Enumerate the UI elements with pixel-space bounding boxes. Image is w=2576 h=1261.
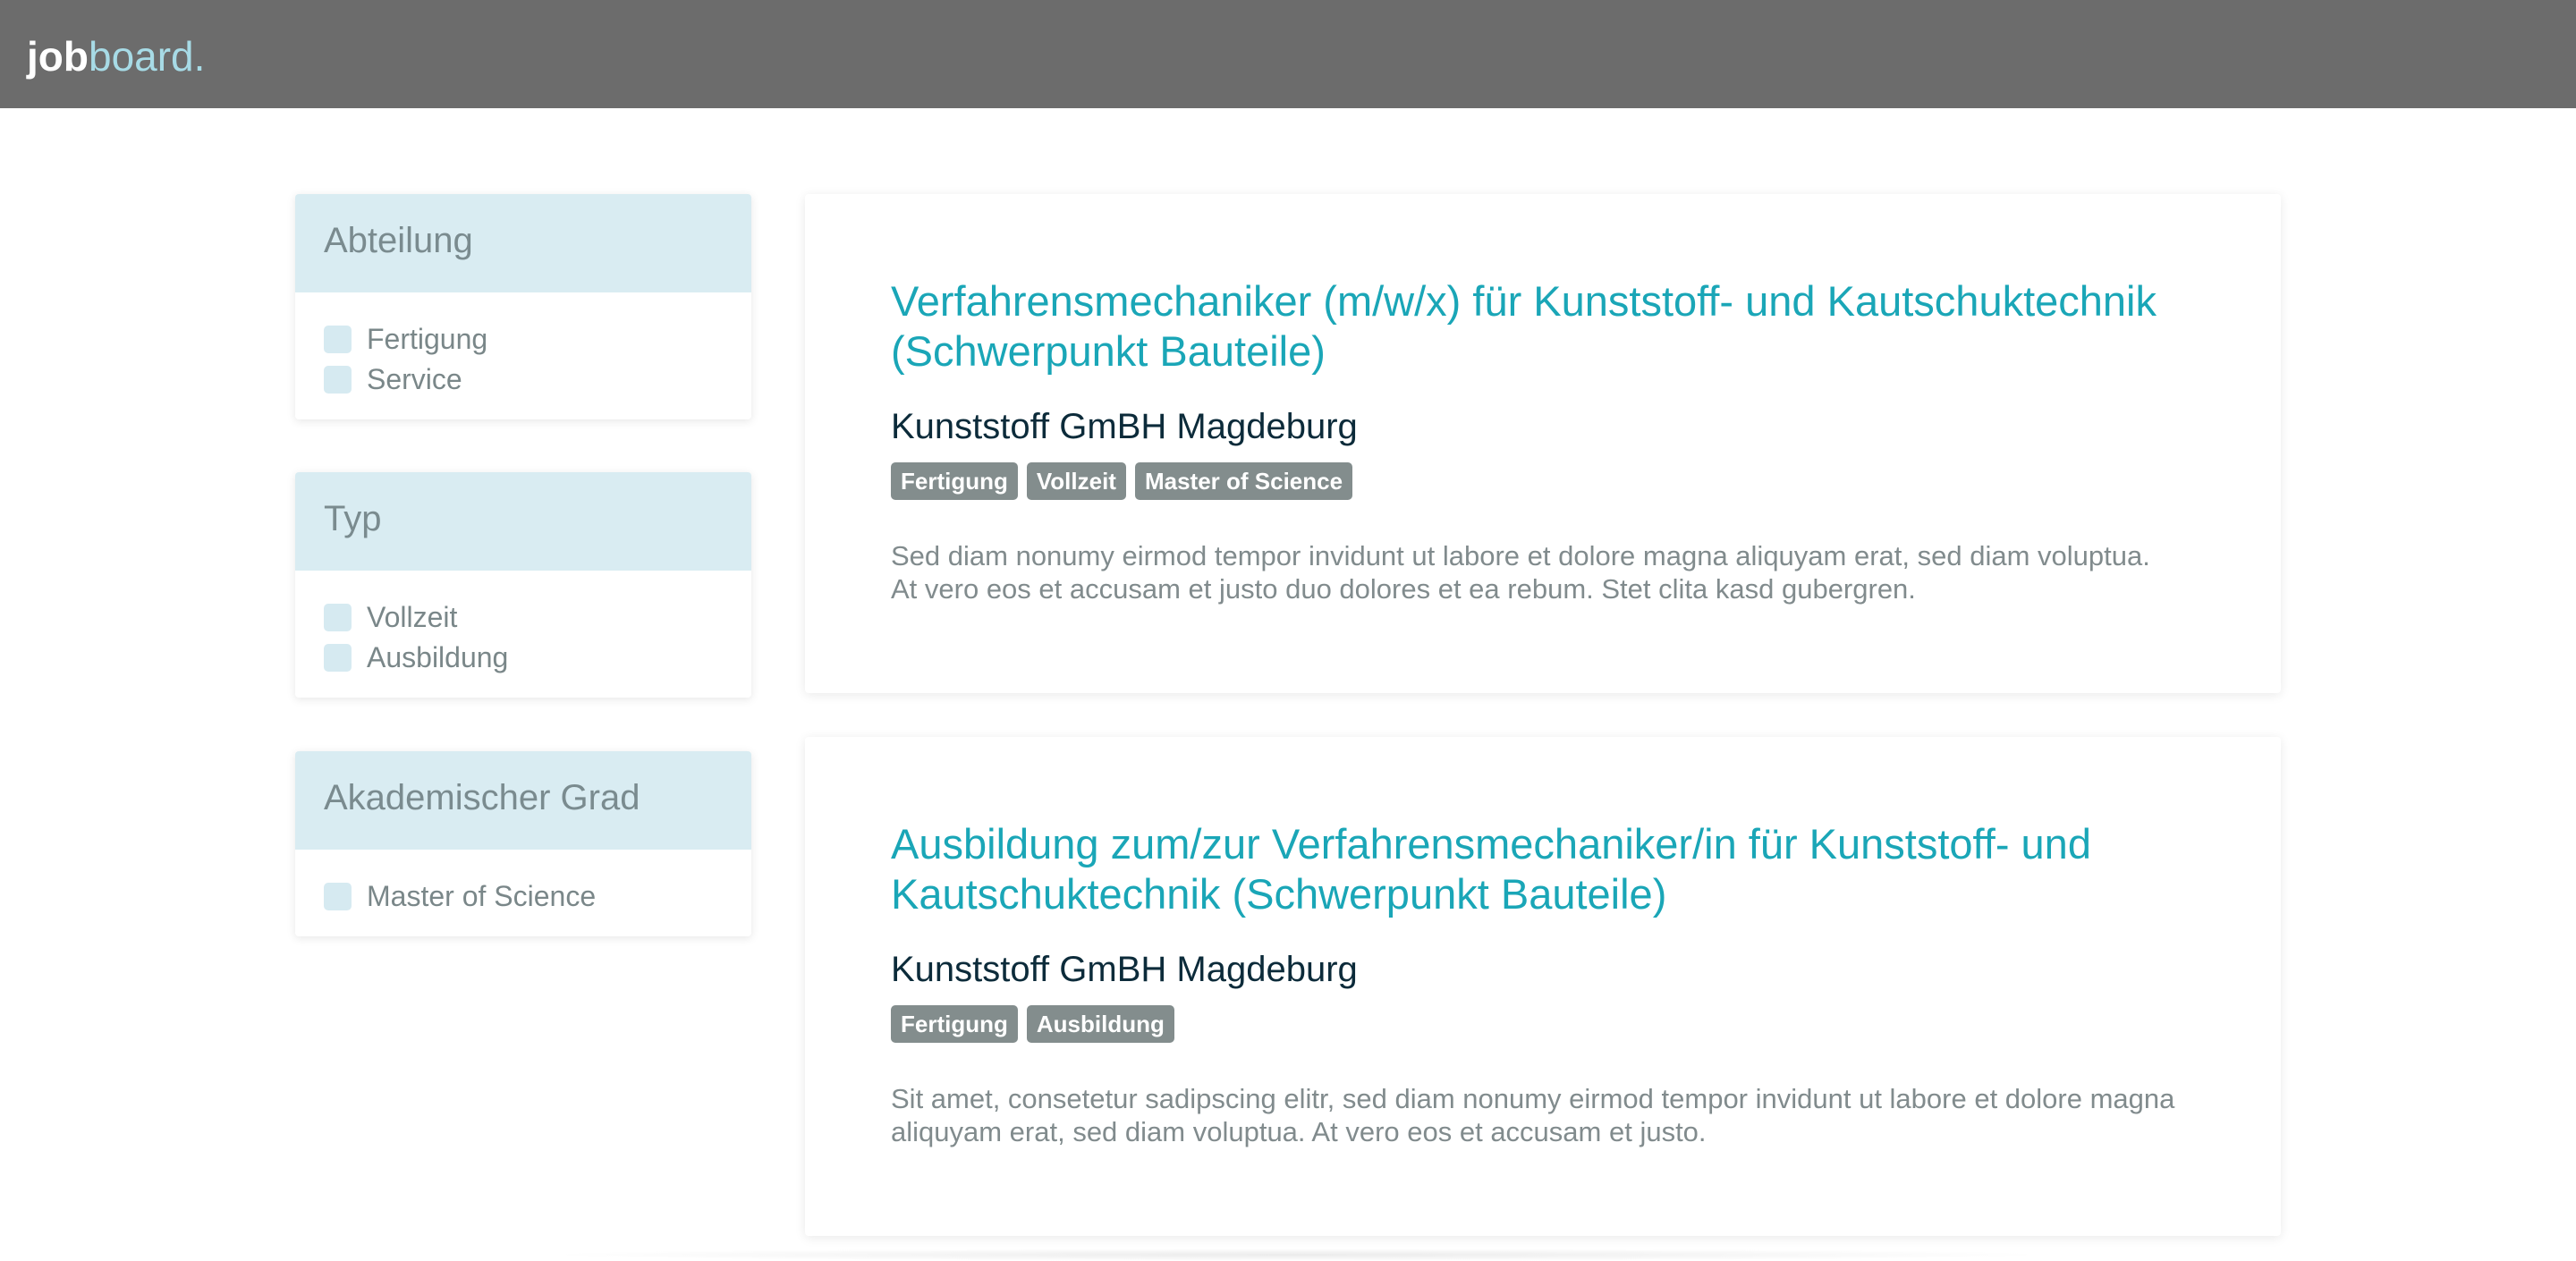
filter-panel-akademischer-grad: Akademischer Grad Master of Science [295, 751, 751, 936]
company-line: Kunststoff GmBH Magdeburg [891, 405, 2195, 448]
filter-option-vollzeit[interactable]: Vollzeit [324, 597, 723, 638]
job-title-link[interactable]: Verfahrensmechaniker (m/w/x) für Kunstst… [891, 276, 2195, 377]
job-title-link[interactable]: Ausbildung zum/zur Verfahrensmechaniker/… [891, 819, 2195, 919]
company-line: Kunststoff GmBH Magdeburg [891, 948, 2195, 991]
job-card: Ausbildung zum/zur Verfahrensmechaniker/… [805, 737, 2281, 1236]
filter-option-label: Vollzeit [367, 601, 458, 633]
tag-badge: Ausbildung [1026, 1005, 1174, 1043]
checkbox[interactable] [324, 604, 352, 631]
tag-badge: Fertigung [891, 1005, 1018, 1043]
checkbox[interactable] [324, 366, 352, 394]
brand-logo[interactable]: jobboard. [27, 30, 205, 82]
job-location: Magdeburg [1176, 950, 1358, 989]
filter-panel-typ: Typ Vollzeit Ausbildung [295, 472, 751, 698]
filter-option-label: Ausbildung [367, 641, 509, 673]
company-name: Kunststoff GmBH [891, 407, 1167, 446]
filter-panel-title: Typ [295, 472, 751, 571]
filter-option-label: Service [367, 363, 462, 395]
checkbox[interactable] [324, 644, 352, 672]
filter-option-label: Fertigung [367, 323, 488, 355]
checkbox[interactable] [324, 326, 352, 353]
tag-badge: Vollzeit [1026, 462, 1126, 500]
company-name: Kunststoff GmBH [891, 950, 1167, 989]
job-card: Verfahrensmechaniker (m/w/x) für Kunstst… [805, 194, 2281, 693]
filter-panel-title: Abteilung [295, 194, 751, 292]
filter-option-fertigung[interactable]: Fertigung [324, 319, 723, 360]
job-location: Magdeburg [1176, 407, 1358, 446]
filter-option-master-of-science[interactable]: Master of Science [324, 876, 723, 917]
tag-badge: Master of Science [1134, 462, 1353, 500]
page-bottom-shadow [537, 1248, 2057, 1261]
tag-list: Fertigung Ausbildung [891, 1005, 2195, 1043]
brand-logo-light: board. [88, 33, 206, 80]
brand-logo-bold: job [27, 33, 89, 80]
tag-list: Fertigung Vollzeit Master of Science [891, 462, 2195, 500]
top-navbar: jobboard. [0, 0, 2576, 108]
job-description: Sed diam nonumy eirmod tempor invidunt u… [891, 540, 2150, 605]
tag-badge: Fertigung [891, 462, 1018, 500]
filter-option-service[interactable]: Service [324, 360, 723, 400]
filter-panel-title: Akademischer Grad [295, 751, 751, 850]
checkbox[interactable] [324, 883, 352, 910]
job-description: Sit amet, consetetur sadipscing elitr, s… [891, 1083, 2175, 1147]
filter-option-ausbildung[interactable]: Ausbildung [324, 638, 723, 678]
filter-panel-abteilung: Abteilung Fertigung Service [295, 194, 751, 419]
filter-option-label: Master of Science [367, 880, 597, 912]
